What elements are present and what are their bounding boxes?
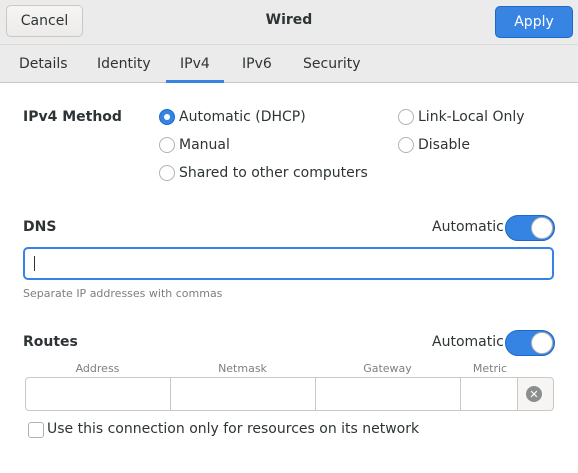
route-gateway-input[interactable] [315, 377, 461, 411]
header-bar: Cancel Wired Apply [0, 0, 578, 44]
radio-label: Manual [179, 137, 230, 153]
radio-unchecked-icon[interactable] [398, 109, 414, 125]
column-header-address: Address [75, 362, 120, 375]
radio-unchecked-icon[interactable] [159, 137, 175, 153]
radio-link-local[interactable]: Link-Local Only [398, 109, 525, 125]
tab-ipv4[interactable]: IPv4 [166, 45, 224, 83]
radio-label: Automatic (DHCP) [179, 109, 306, 125]
dns-automatic-switch[interactable] [505, 215, 555, 241]
tab-details[interactable]: Details [19, 45, 68, 82]
routes-automatic-label: Automatic [432, 334, 504, 350]
route-netmask-input[interactable] [170, 377, 316, 411]
restrict-checkbox[interactable] [28, 422, 44, 438]
tab-bar: Details Identity IPv4 IPv6 Security [0, 44, 578, 83]
route-address-input[interactable] [25, 377, 171, 411]
radio-label: Shared to other computers [179, 165, 368, 181]
radio-label: Link-Local Only [418, 109, 525, 125]
dns-label: DNS [23, 219, 57, 235]
radio-label: Disable [418, 137, 470, 153]
routes-label: Routes [23, 334, 78, 350]
dns-hint: Separate IP addresses with commas [23, 287, 223, 300]
radio-manual[interactable]: Manual [159, 137, 230, 153]
text-caret [34, 256, 35, 271]
radio-disable[interactable]: Disable [398, 137, 470, 153]
route-metric-input[interactable] [460, 377, 518, 411]
radio-shared[interactable]: Shared to other computers [159, 165, 368, 181]
window-title: Wired [265, 12, 313, 28]
radio-unchecked-icon[interactable] [159, 165, 175, 181]
switch-knob [531, 217, 553, 239]
restrict-checkbox-label[interactable]: Use this connection only for resources o… [47, 421, 419, 437]
dns-automatic-label: Automatic [432, 219, 504, 235]
tab-identity[interactable]: Identity [97, 45, 151, 82]
clear-icon[interactable]: ✕ [526, 386, 542, 402]
radio-automatic-dhcp[interactable]: Automatic (DHCP) [159, 109, 306, 125]
column-header-netmask: Netmask [218, 362, 267, 375]
tab-security[interactable]: Security [303, 45, 361, 82]
switch-knob [531, 332, 553, 354]
tab-ipv6[interactable]: IPv6 [242, 45, 272, 82]
dns-input[interactable] [23, 247, 554, 280]
routes-automatic-switch[interactable] [505, 330, 555, 356]
ipv4-method-label: IPv4 Method [23, 109, 122, 125]
radio-checked-icon[interactable] [159, 109, 175, 125]
radio-unchecked-icon[interactable] [398, 137, 414, 153]
apply-button[interactable]: Apply [495, 6, 573, 38]
column-header-metric: Metric [472, 362, 508, 375]
column-header-gateway: Gateway [363, 362, 412, 375]
